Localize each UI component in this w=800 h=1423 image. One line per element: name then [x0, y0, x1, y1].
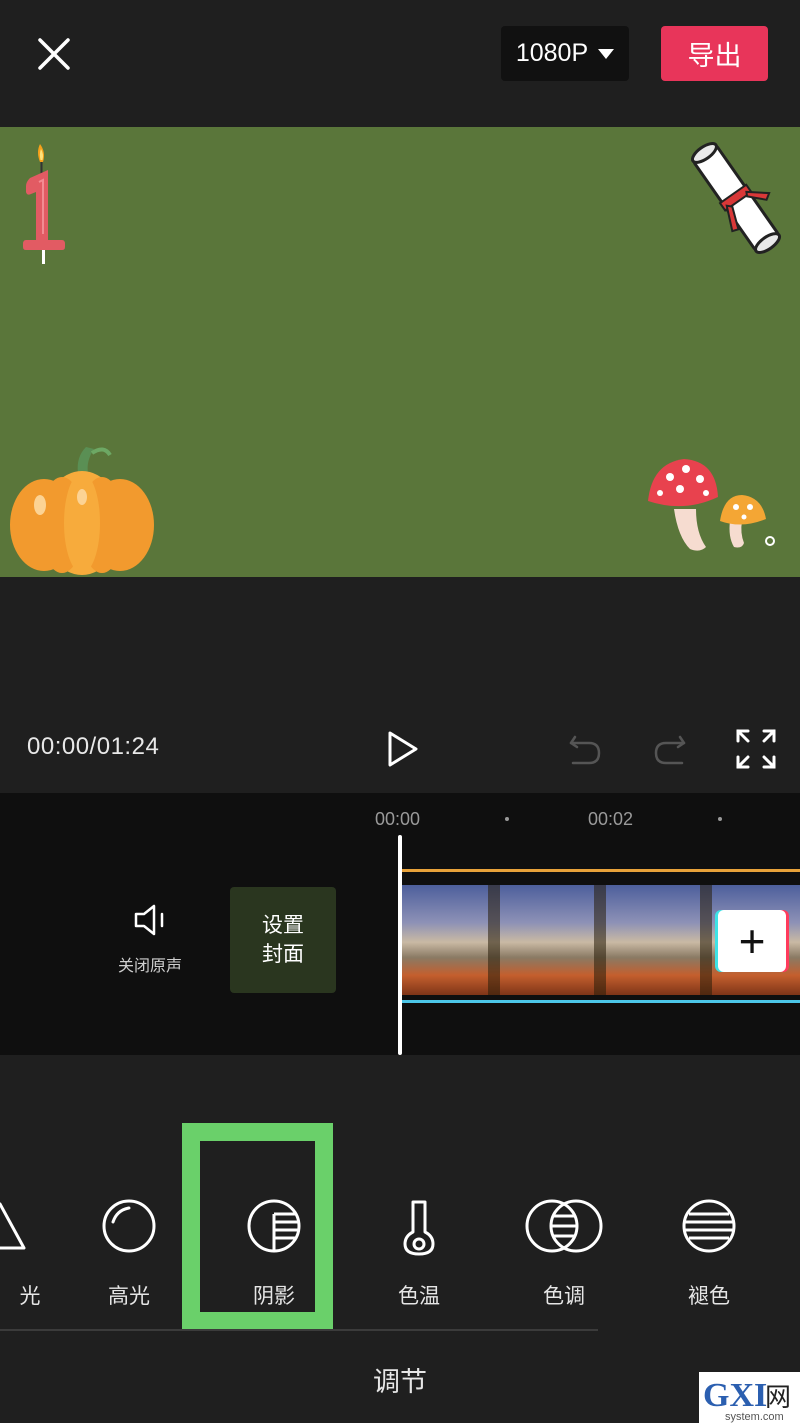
redo-icon: [654, 735, 686, 765]
audio-track-line: [402, 869, 800, 872]
video-preview[interactable]: [0, 127, 800, 577]
fullscreen-icon: [736, 729, 776, 769]
pumpkin-icon: [10, 447, 154, 575]
export-button[interactable]: 导出: [661, 26, 768, 81]
play-icon: [388, 731, 418, 767]
panel-title: 调节: [373, 1367, 427, 1397]
tool-label: 褪色: [688, 1285, 730, 1308]
tool-brightness[interactable]: 光: [0, 1196, 60, 1308]
birthday-candle-number-one-icon: [23, 144, 65, 264]
undo-icon: [569, 735, 601, 765]
tool-color-temperature[interactable]: 色温: [359, 1196, 479, 1308]
timeline[interactable]: 00:00 00:02 关闭原声 设置 封面 +: [0, 793, 800, 1055]
tool-divider: [0, 1329, 598, 1331]
svg-text:网: 网: [765, 1383, 791, 1413]
tool-label: 高光: [108, 1285, 150, 1308]
clip-thumbnail: [402, 885, 508, 995]
clip-thumbnail: [508, 885, 614, 995]
triangle-icon: [0, 1202, 26, 1250]
close-icon: [38, 38, 70, 70]
watermark-logo: GXI 网 system.com: [699, 1372, 800, 1423]
mushroom-icon: [648, 459, 775, 551]
undo-button[interactable]: [565, 729, 605, 769]
effect-track-line: [402, 1000, 800, 1003]
tool-highlight[interactable]: 高光: [69, 1196, 189, 1308]
tool-label: 色调: [543, 1285, 585, 1308]
ruler-label: 00:00: [375, 809, 421, 829]
ruler-dot: [505, 817, 509, 821]
tool-label: 光: [19, 1285, 41, 1308]
tool-label: 色温: [398, 1285, 440, 1308]
thermometer-icon: [403, 1200, 435, 1256]
resolution-button[interactable]: 1080P: [501, 26, 629, 81]
set-cover-label-line1: 设置: [262, 914, 304, 937]
scroll-diploma-icon: [690, 142, 782, 254]
ruler-label: 00:02: [588, 809, 634, 829]
overlapping-circles-icon: [525, 1199, 603, 1253]
set-cover-button[interactable]: 设置 封面: [230, 887, 336, 993]
fade-striped-circle-icon: [682, 1199, 736, 1253]
set-cover-label-line2: 封面: [262, 943, 304, 966]
timecode: 00:00/01:24: [27, 733, 160, 760]
add-clip-button[interactable]: +: [718, 910, 786, 972]
resolution-label: 1080P: [515, 39, 589, 67]
speaker-icon: [134, 904, 164, 936]
watermark-logo-image: GXI 网 system.com: [703, 1377, 791, 1423]
highlight-circle-icon: [102, 1199, 156, 1253]
playhead[interactable]: [398, 835, 402, 1055]
tool-tint[interactable]: 色调: [504, 1196, 624, 1308]
svg-text:system.com: system.com: [725, 1411, 784, 1423]
close-button[interactable]: [30, 30, 78, 78]
fullscreen-button[interactable]: [734, 727, 778, 771]
mute-original-audio-button[interactable]: 关闭原声: [100, 901, 200, 991]
mute-original-audio-label: 关闭原声: [117, 958, 182, 975]
selected-tool-highlight: [182, 1123, 333, 1330]
caret-down-icon: [598, 48, 615, 59]
svg-text:GXI: GXI: [703, 1377, 767, 1414]
clip-thumbnail: [614, 885, 720, 995]
tool-fade[interactable]: 褪色: [649, 1196, 769, 1308]
ruler-dot: [718, 817, 722, 821]
redo-button[interactable]: [650, 729, 690, 769]
play-button[interactable]: [380, 727, 424, 771]
